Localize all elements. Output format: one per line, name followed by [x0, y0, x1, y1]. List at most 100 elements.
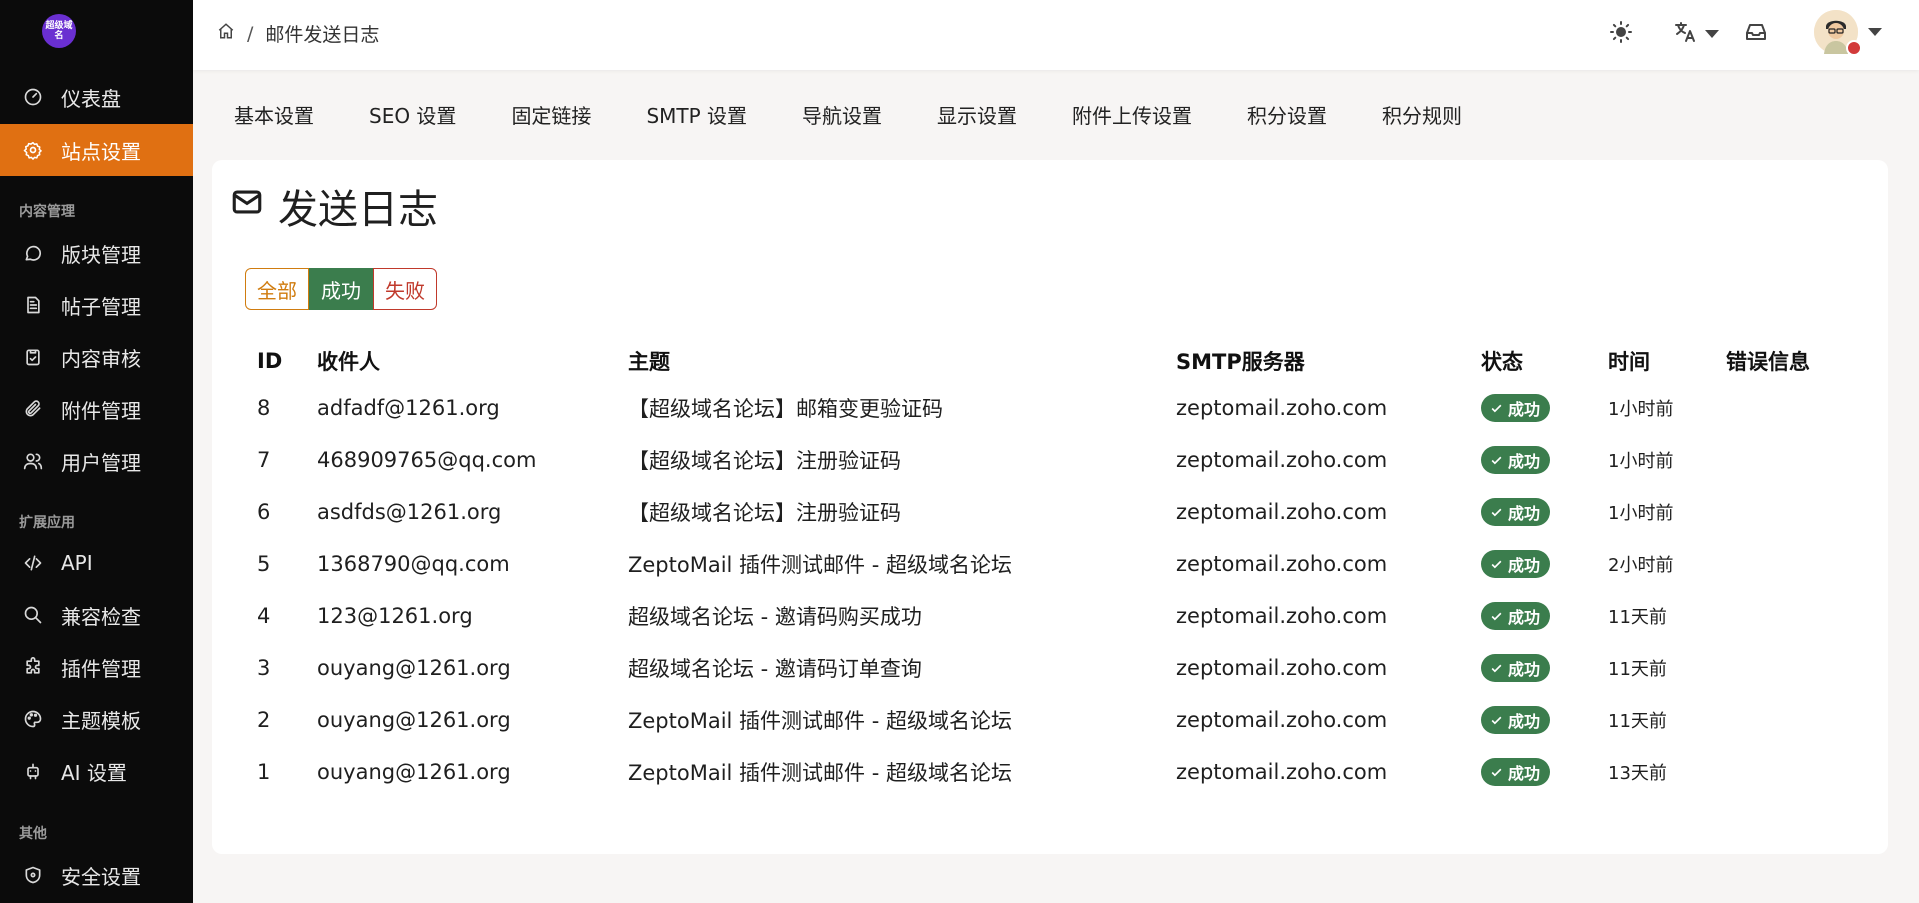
- check-icon: [1491, 664, 1502, 672]
- tab-display-settings[interactable]: 显示设置: [937, 100, 1017, 129]
- column-header-status: 状态: [1481, 350, 1523, 374]
- sidebar-item-dashboard[interactable]: 仪表盘: [0, 71, 193, 123]
- tab-points-settings[interactable]: 积分设置: [1247, 100, 1327, 129]
- status-badge: 成功: [1481, 602, 1551, 630]
- sidebar-item-themes[interactable]: 主题模板: [0, 693, 193, 745]
- cell-subject: 超级域名论坛 - 邀请码订单查询: [628, 657, 922, 681]
- cell-error: [1714, 642, 1854, 694]
- sidebar-item-users[interactable]: 用户管理: [0, 435, 193, 487]
- sidebar-item-plugins[interactable]: 插件管理: [0, 641, 193, 693]
- column-header-time: 时间: [1608, 350, 1650, 374]
- chat-bubble-icon: [22, 242, 44, 264]
- tab-upload-settings[interactable]: 附件上传设置: [1072, 100, 1192, 129]
- filter-success-button[interactable]: 成功: [309, 268, 373, 310]
- cell-id: 6: [257, 500, 271, 524]
- gear-icon: [22, 139, 44, 161]
- sidebar-item-site-settings[interactable]: 站点设置: [0, 124, 193, 176]
- send-log-table: ID 收件人 主题 SMTP服务器 状态 时间 错误信息 8 adfadf@126…: [245, 340, 1854, 798]
- page-title: 发送日志: [230, 177, 438, 235]
- sidebar-item-boards[interactable]: 版块管理: [0, 227, 193, 279]
- tab-permalinks[interactable]: 固定链接: [511, 100, 591, 129]
- sidebar-item-compat-check[interactable]: 兼容检查: [0, 589, 193, 641]
- table-row: 7 468909765@qq.com 【超级域名论坛】注册验证码 zeptomail.…: [245, 434, 1854, 486]
- site-logo[interactable]: 超级域名: [42, 14, 76, 48]
- tab-smtp-settings[interactable]: SMTP 设置: [646, 100, 747, 129]
- cell-subject: 超级域名论坛 - 邀请码购买成功: [628, 605, 922, 629]
- cell-time: 11天前: [1608, 607, 1667, 628]
- table-row: 3 ouyang@1261.org 超级域名论坛 - 邀请码订单查询 zeptomai…: [245, 642, 1854, 694]
- notifications-button[interactable]: [1744, 20, 1768, 48]
- cell-subject: 【超级域名论坛】邮箱变更验证码: [628, 397, 943, 421]
- avatar[interactable]: [1814, 10, 1862, 56]
- tab-seo-settings[interactable]: SEO 设置: [369, 100, 456, 129]
- sidebar-section-title: 扩展应用: [19, 515, 75, 531]
- user-menu-toggle[interactable]: [1868, 28, 1882, 36]
- table-row: 6 asdfds@1261.org 【超级域名论坛】注册验证码 zeptomail.z…: [245, 486, 1854, 538]
- cell-recipient: 1368790@qq.com: [317, 552, 510, 576]
- cell-id: 1: [257, 760, 271, 784]
- cell-subject: 【超级域名论坛】注册验证码: [628, 501, 901, 525]
- sidebar-item-security[interactable]: 安全设置: [0, 849, 193, 901]
- sidebar-item-label: 附件管理: [61, 398, 141, 423]
- status-label: 成功: [1508, 556, 1541, 575]
- cell-error: [1714, 486, 1854, 538]
- sidebar-item-label: 安全设置: [61, 864, 141, 889]
- filter-failed-button[interactable]: 失败: [373, 268, 437, 310]
- check-icon: [1491, 768, 1502, 776]
- sidebar-item-attachments[interactable]: 附件管理: [0, 383, 193, 435]
- cell-error: [1714, 746, 1854, 798]
- sidebar-item-label: 版块管理: [61, 242, 141, 267]
- cell-smtp: zeptomail.zoho.com: [1176, 448, 1388, 472]
- clipboard-check-icon: [22, 346, 44, 368]
- column-header-smtp: SMTP服务器: [1176, 350, 1305, 374]
- sidebar-item-label: API: [61, 551, 93, 575]
- cell-status: 成功: [1469, 746, 1596, 798]
- sidebar-item-posts[interactable]: 帖子管理: [0, 279, 193, 331]
- cell-smtp: zeptomail.zoho.com: [1176, 604, 1388, 628]
- status-label: 成功: [1508, 504, 1541, 523]
- table-row: 4 123@1261.org 超级域名论坛 - 邀请码购买成功 zeptomail.z…: [245, 590, 1854, 642]
- palette-icon: [22, 708, 44, 730]
- cell-error: [1714, 434, 1854, 486]
- sidebar-item-label: 兼容检查: [61, 604, 141, 629]
- cell-time: 2小时前: [1608, 555, 1674, 576]
- search-icon: [22, 604, 44, 626]
- status-badge: 成功: [1481, 498, 1551, 526]
- language-switch-button[interactable]: [1673, 20, 1719, 48]
- cell-id: 5: [257, 552, 271, 576]
- cell-id: 4: [257, 604, 271, 628]
- chevron-down-icon: [1868, 28, 1882, 36]
- tab-navigation-settings[interactable]: 导航设置: [802, 100, 882, 129]
- status-badge: 成功: [1481, 758, 1551, 786]
- page-title-text: 发送日志: [278, 187, 438, 233]
- cell-status: 成功: [1469, 382, 1596, 434]
- column-header-error: 错误信息: [1726, 350, 1810, 374]
- check-icon: [1491, 612, 1502, 620]
- tab-points-rules[interactable]: 积分规则: [1382, 100, 1462, 129]
- filter-all-button[interactable]: 全部: [245, 268, 309, 310]
- cell-recipient: asdfds@1261.org: [317, 500, 502, 524]
- column-header-subject: 主题: [628, 350, 670, 374]
- check-icon: [1491, 560, 1502, 568]
- table-row: 5 1368790@qq.com ZeptoMail 插件测试邮件 - 超级域名论坛…: [245, 538, 1854, 590]
- users-icon: [22, 450, 44, 472]
- sidebar-item-label: 主题模板: [61, 708, 141, 733]
- cell-status: 成功: [1469, 486, 1596, 538]
- sidebar-item-api[interactable]: API: [0, 537, 193, 589]
- tab-basic-settings[interactable]: 基本设置: [234, 100, 314, 129]
- sidebar-item-label: 插件管理: [61, 656, 141, 681]
- sidebar-item-label: 帖子管理: [61, 294, 141, 319]
- sidebar-section-title: 内容管理: [19, 204, 75, 220]
- sidebar-item-ai-settings[interactable]: AI 设置: [0, 745, 193, 797]
- cell-time: 11天前: [1608, 659, 1667, 680]
- status-label: 成功: [1508, 608, 1541, 627]
- sidebar-item-moderation[interactable]: 内容审核: [0, 331, 193, 383]
- theme-toggle-button[interactable]: [1609, 20, 1633, 48]
- cell-error: [1714, 382, 1854, 434]
- home-icon[interactable]: [217, 22, 235, 45]
- sidebar-item-label: AI 设置: [61, 760, 127, 785]
- cell-recipient: ouyang@1261.org: [317, 656, 511, 680]
- robot-icon: [22, 760, 44, 782]
- cell-time: 13天前: [1608, 763, 1667, 784]
- breadcrumb: / 邮件发送日志: [217, 20, 379, 47]
